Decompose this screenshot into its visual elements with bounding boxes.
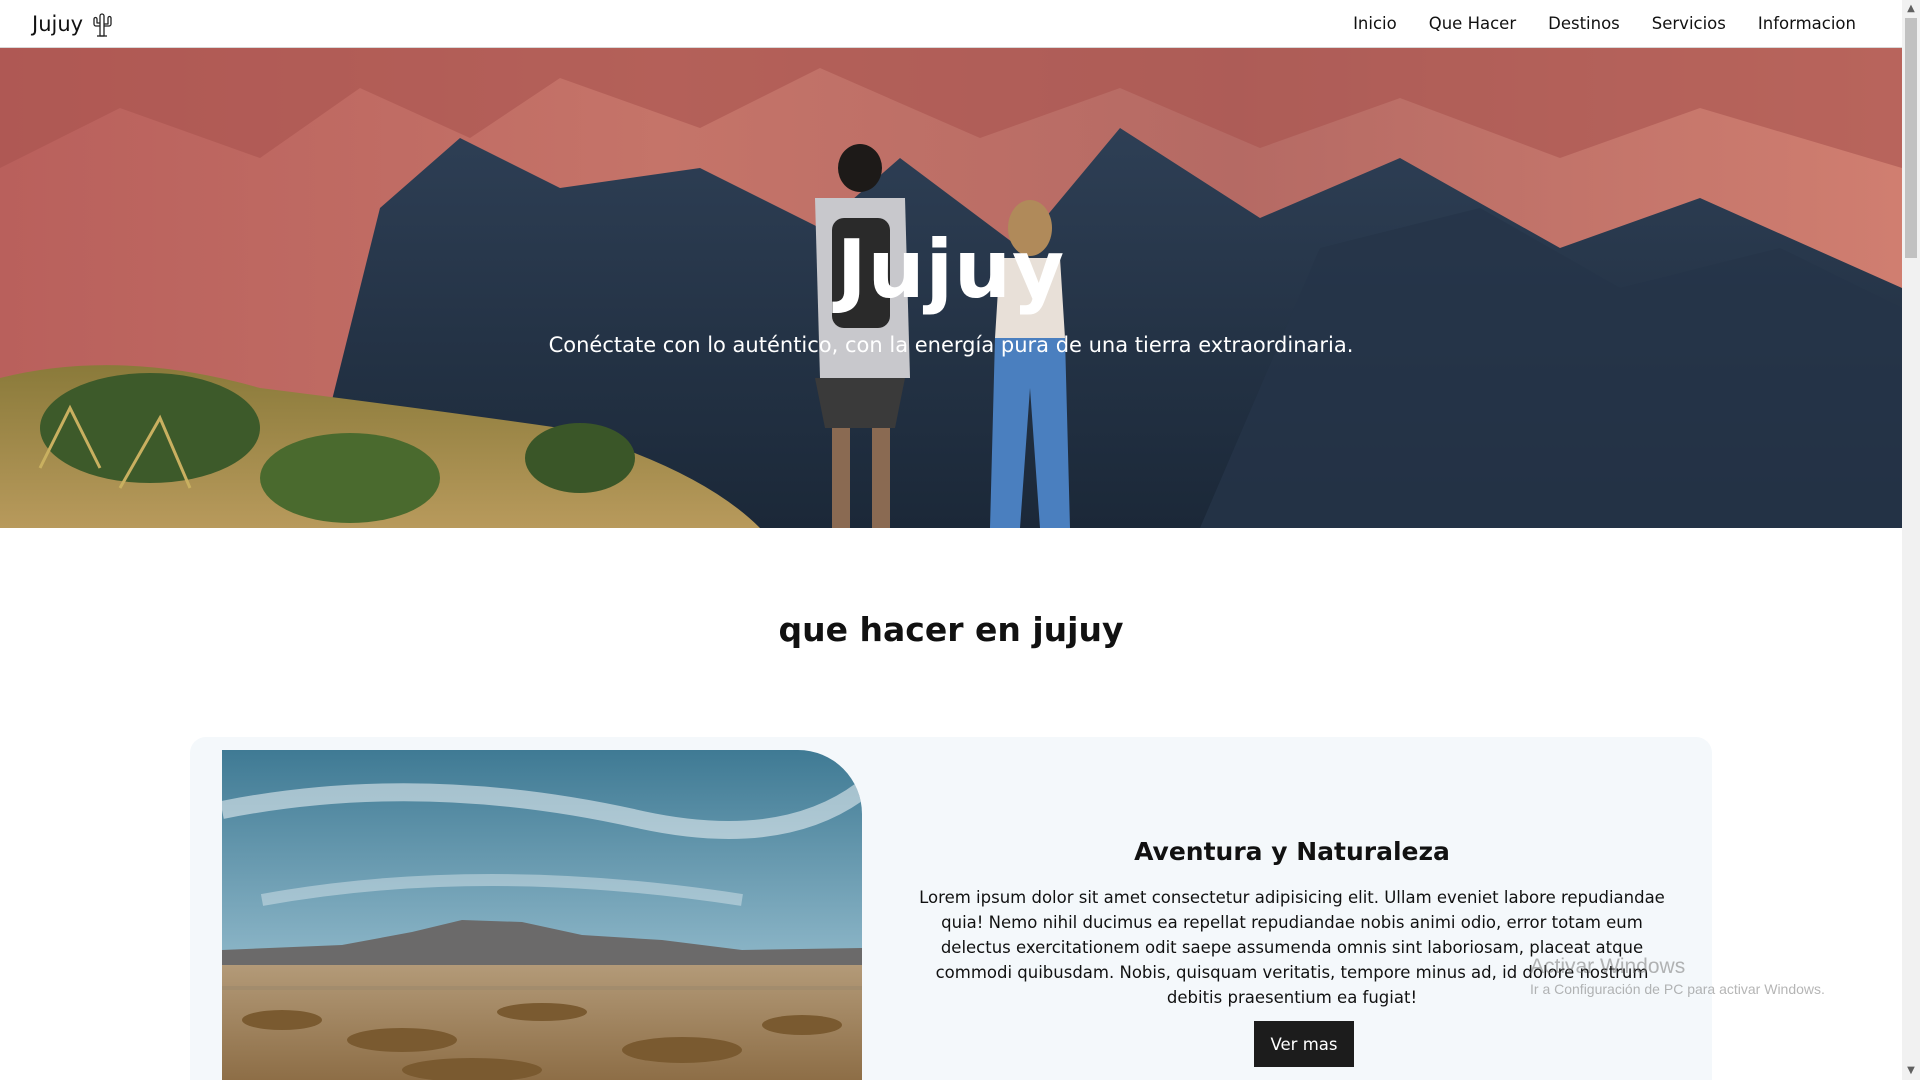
nav-link-informacion[interactable]: Informacion (1758, 14, 1856, 33)
nav-link-inicio[interactable]: Inicio (1353, 14, 1397, 33)
windows-activation-watermark: Activar Windows Ir a Configuración de PC… (1530, 955, 1825, 997)
scroll-up-arrow-icon[interactable]: ▲ (1902, 0, 1920, 18)
section-title: que hacer en jujuy (778, 610, 1124, 649)
card-image (222, 750, 862, 1080)
card-title: Aventura y Naturaleza (1134, 837, 1450, 866)
hero-title: Jujuy (836, 223, 1066, 316)
hero-subtitle: Conéctate con lo auténtico, con la energ… (548, 333, 1354, 357)
ver-mas-button[interactable]: Ver mas (1254, 1021, 1354, 1067)
brand-logo[interactable]: Jujuy (32, 11, 113, 37)
nav-link-destinos[interactable]: Destinos (1548, 14, 1620, 33)
hero-section: Jujuy Conéctate con lo auténtico, con la… (0, 48, 1902, 528)
activity-card: Aventura y Naturaleza Lorem ipsum dolor … (190, 737, 1712, 1080)
nav-links: Inicio Que Hacer Destinos Servicios Info… (1353, 14, 1856, 33)
navbar: Jujuy Inicio Que Hacer Destinos Servicio… (0, 0, 1902, 48)
landscape-image (222, 750, 862, 1080)
scrollbar-thumb[interactable] (1905, 18, 1917, 258)
nav-link-que-hacer[interactable]: Que Hacer (1429, 14, 1516, 33)
cactus-icon (93, 12, 112, 37)
nav-link-servicios[interactable]: Servicios (1652, 14, 1726, 33)
scroll-down-arrow-icon[interactable]: ▼ (1902, 1062, 1920, 1080)
watermark-subtitle: Ir a Configuración de PC para activar Wi… (1530, 981, 1825, 997)
vertical-scrollbar[interactable]: ▲ ▼ (1902, 0, 1920, 1080)
brand-name: Jujuy (32, 11, 84, 36)
watermark-title: Activar Windows (1530, 955, 1686, 978)
